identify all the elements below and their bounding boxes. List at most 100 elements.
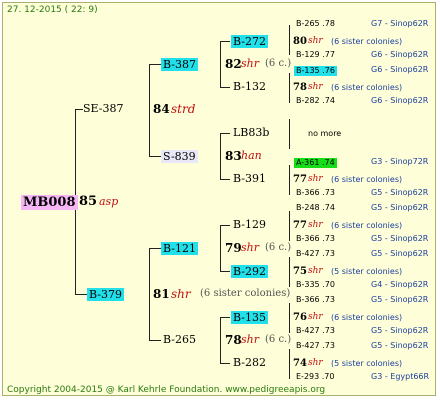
- root-year: 85: [79, 194, 98, 209]
- gen4-queen-id[interactable]: E-293 .70: [296, 373, 334, 381]
- gen3-sister-note: (6 c.): [265, 58, 292, 69]
- gen4-line-label: G5 - Sinop62R: [371, 203, 429, 212]
- gen4-sister-note: (6 sister colonies): [331, 221, 403, 230]
- connector: [220, 225, 230, 226]
- connector: [220, 363, 230, 364]
- gen4-queen-id[interactable]: B-129 .77: [296, 51, 335, 59]
- connector: [289, 211, 290, 241]
- gen4-year: 76: [293, 312, 307, 323]
- root-queen-id[interactable]: MB008: [21, 195, 78, 210]
- connector: [289, 303, 290, 333]
- gen4-year: 74: [293, 358, 307, 369]
- gen3-queen-id[interactable]: B-292: [231, 265, 268, 278]
- gen2-year: 84: [153, 102, 170, 116]
- gen4-queen-id[interactable]: A-361 .74: [294, 158, 337, 168]
- gen4-queen-id[interactable]: B-427 .73: [296, 342, 335, 350]
- gen2-queen-id[interactable]: B-265: [163, 334, 196, 345]
- gen3-breeder: shr: [241, 241, 259, 254]
- gen2-sister-note: (6 sister colonies): [200, 288, 291, 299]
- gen2-queen-id[interactable]: B-387: [161, 58, 198, 71]
- gen4-queen-id[interactable]: B-282 .74: [296, 97, 335, 105]
- gen4-sister-note: (6 sister colonies): [331, 175, 403, 184]
- gen4-breeder: shr: [308, 266, 323, 276]
- gen3-sister-note: (6 c.): [265, 242, 292, 253]
- connector: [289, 257, 290, 287]
- gen3-year: 82: [225, 57, 242, 71]
- connector: [289, 119, 290, 149]
- connector: [289, 165, 290, 195]
- gen4-year: 80: [293, 36, 307, 47]
- pedigree-frame: { "header": { "date": "27. 12-2015 ( 22:…: [2, 2, 436, 396]
- gen4-queen-id[interactable]: B-135 .76: [294, 66, 337, 76]
- connector: [220, 179, 230, 180]
- connector: [220, 133, 230, 134]
- gen4-breeder: shr: [308, 174, 323, 184]
- gen3-breeder: han: [241, 149, 262, 162]
- gen4-line-label: G5 - Sinop62R: [371, 249, 429, 258]
- connector: [289, 349, 290, 379]
- gen4-line-label: G3 - Sinop72R: [371, 157, 429, 166]
- gen3-queen-id[interactable]: LB83b: [233, 127, 269, 138]
- gen2-queen-id[interactable]: S-839: [161, 150, 198, 163]
- gen3-queen-id[interactable]: B-272: [231, 35, 268, 48]
- connector: [289, 25, 290, 55]
- root-breeder: asp: [99, 195, 119, 208]
- gen4-year: 77: [293, 174, 307, 185]
- connector: [220, 133, 221, 179]
- gen3-year: 79: [225, 241, 242, 255]
- gen4-year: 75: [293, 266, 307, 277]
- gen2-queen-id[interactable]: B-121: [161, 242, 198, 255]
- gen4-breeder: shr: [308, 220, 323, 230]
- connector: [220, 271, 230, 272]
- connector: [149, 248, 161, 249]
- gen1-top-id[interactable]: SE-387: [83, 103, 123, 114]
- gen2-breeder: strd: [171, 102, 196, 116]
- gen4-breeder: shr: [308, 358, 323, 368]
- gen4-sister-note: (6 sister colonies): [331, 83, 403, 92]
- gen3-queen-id[interactable]: B-282: [233, 357, 266, 368]
- connector: [75, 109, 83, 110]
- connector: [75, 294, 87, 295]
- gen4-sister-note: (5 sister colonies): [331, 359, 403, 368]
- gen4-line-label: G6 - Sinop62R: [371, 50, 429, 59]
- connector: [220, 87, 230, 88]
- connector: [149, 248, 150, 340]
- gen4-sister-note: (6 sister colonies): [331, 37, 403, 46]
- gen4-queen-id[interactable]: B-335 .70: [296, 281, 335, 289]
- gen4-year: 77: [293, 220, 307, 231]
- connector: [220, 41, 221, 87]
- connector: [149, 64, 150, 156]
- gen4-queen-id[interactable]: B-248 .74: [296, 204, 335, 212]
- copyright-footer: Copyright 2004-2015 @ Karl Kehrle Founda…: [7, 385, 326, 395]
- gen4-line-label: G5 - Sinop62R: [371, 341, 429, 350]
- gen4-queen-id[interactable]: B-366 .73: [296, 296, 335, 304]
- date-stamp: 27. 12-2015 ( 22: 9): [7, 5, 98, 15]
- gen4-line-label: G5 - Sinop62R: [371, 234, 429, 243]
- gen4-queen-id[interactable]: B-366 .73: [296, 189, 335, 197]
- gen4-line-label: G4 - Sinop62R: [371, 280, 429, 289]
- gen4-queen-id[interactable]: B-366 .73: [296, 235, 335, 243]
- gen4-breeder: shr: [308, 36, 323, 46]
- gen3-queen-id[interactable]: B-129: [233, 219, 266, 230]
- gen3-sister-note: (6 c.): [265, 334, 292, 345]
- gen4-line-label: G5 - Sinop62R: [371, 188, 429, 197]
- gen4-queen-id[interactable]: B-427 .73: [296, 327, 335, 335]
- gen4-line-label: G6 - Sinop62R: [371, 65, 429, 74]
- connector: [220, 317, 230, 318]
- no-more-label: no more: [308, 129, 342, 138]
- gen3-breeder: shr: [241, 333, 259, 346]
- gen4-queen-id[interactable]: B-427 .73: [296, 250, 335, 258]
- gen2-breeder: shr: [171, 287, 191, 301]
- gen4-line-label: G3 - Egypt66R: [371, 372, 430, 381]
- gen4-breeder: shr: [308, 82, 323, 92]
- gen4-line-label: G7 - Sinop62R: [371, 19, 429, 28]
- connector: [220, 317, 221, 363]
- gen4-sister-note: (6 sister colonies): [331, 313, 403, 322]
- gen3-queen-id[interactable]: B-132: [233, 81, 266, 92]
- gen4-queen-id[interactable]: B-265 .78: [296, 20, 335, 28]
- connector: [149, 64, 161, 65]
- gen3-queen-id[interactable]: B-391: [233, 173, 266, 184]
- gen4-year: 78: [293, 82, 307, 93]
- gen1-bottom-id[interactable]: B-379: [87, 288, 124, 301]
- gen3-queen-id[interactable]: B-135: [231, 311, 268, 324]
